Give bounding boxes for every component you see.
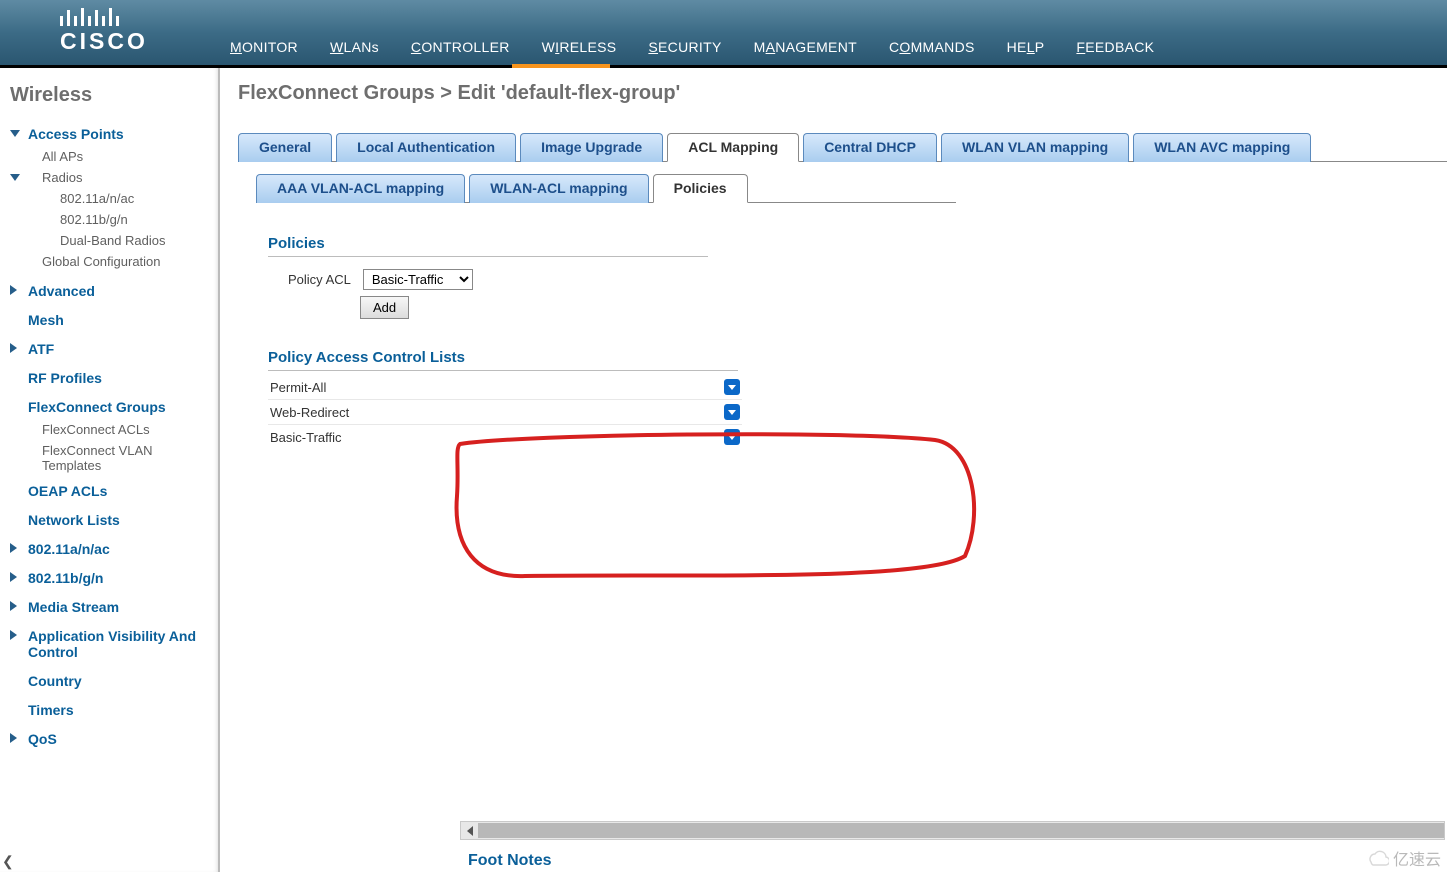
tab-central-dhcp[interactable]: Central DHCP (803, 133, 937, 162)
sidebar-radio-11b[interactable]: 802.11b/g/n (52, 209, 212, 230)
subtabs-row: AAA VLAN-ACL mapping WLAN-ACL mapping Po… (256, 174, 1447, 203)
acl-row-permit-all: Permit-All (268, 375, 742, 400)
nav-commands[interactable]: COMMANDS (889, 39, 975, 55)
sidebar-avc[interactable]: Application Visibility And Control (10, 625, 212, 664)
sidebar-radios[interactable]: Radios (24, 167, 212, 188)
nav-help[interactable]: HELP (1007, 39, 1045, 55)
watermark: 亿速云 (1367, 846, 1441, 870)
policy-acl-label: Policy ACL (288, 272, 351, 287)
acl-list-title: Policy Access Control Lists (268, 349, 738, 371)
sidebar-all-aps[interactable]: All APs (24, 146, 212, 167)
nav-monitor[interactable]: MONITOR (230, 39, 298, 55)
subtab-aaa-vlan-acl[interactable]: AAA VLAN-ACL mapping (256, 174, 465, 203)
dropdown-icon[interactable] (724, 429, 740, 445)
sidebar-11a[interactable]: 802.11a/n/ac (10, 538, 212, 561)
breadcrumb: FlexConnect Groups > Edit 'default-flex-… (238, 82, 1447, 105)
top-banner: CISCO MONITOR WLANs CONTROLLER WIRELESS … (0, 0, 1447, 68)
nav-feedback[interactable]: FEEDBACK (1076, 39, 1154, 55)
sidebar-timers[interactable]: Timers (10, 699, 212, 722)
horizontal-scrollbar[interactable] (460, 821, 1445, 840)
sidebar-mesh[interactable]: Mesh (10, 309, 212, 332)
acl-row-label: Basic-Traffic (270, 430, 342, 445)
subtab-wlan-acl[interactable]: WLAN-ACL mapping (469, 174, 648, 203)
brand-text: CISCO (60, 28, 148, 55)
sidebar-radio-dual[interactable]: Dual-Band Radios (52, 230, 212, 251)
nav-management[interactable]: MANAGEMENT (754, 39, 857, 55)
cisco-logo-icon (60, 6, 148, 26)
brand-logo: CISCO (60, 6, 148, 55)
nav-wlans[interactable]: WLANs (330, 39, 379, 55)
chevron-left-icon[interactable]: ❮ (2, 853, 14, 870)
tab-acl-mapping[interactable]: ACL Mapping (667, 133, 799, 162)
acl-row-label: Permit-All (270, 380, 326, 395)
nav-controller[interactable]: CONTROLLER (411, 39, 510, 55)
sidebar-flexconnect-acls[interactable]: FlexConnect ACLs (24, 419, 212, 440)
tab-wlan-avc[interactable]: WLAN AVC mapping (1133, 133, 1311, 162)
sidebar-advanced[interactable]: Advanced (10, 280, 212, 303)
sidebar-radio-11a[interactable]: 802.11a/n/ac (52, 188, 212, 209)
sidebar-media-stream[interactable]: Media Stream (10, 596, 212, 619)
acl-row-label: Web-Redirect (270, 405, 349, 420)
sidebar: Wireless Access Points All APs Radios 80… (0, 68, 220, 872)
sidebar-11b[interactable]: 802.11b/g/n (10, 567, 212, 590)
sidebar-rf-profiles[interactable]: RF Profiles (10, 367, 212, 390)
subtab-policies[interactable]: Policies (653, 174, 748, 203)
nav-security[interactable]: SECURITY (648, 39, 721, 55)
policy-acl-select[interactable]: Basic-Traffic (363, 269, 473, 290)
policies-heading: Policies (268, 235, 708, 257)
annotation-circle (445, 426, 995, 586)
top-nav: MONITOR WLANs CONTROLLER WIRELESS SECURI… (230, 39, 1154, 55)
sidebar-flexconnect-groups[interactable]: FlexConnect Groups (10, 396, 212, 419)
dropdown-icon[interactable] (724, 404, 740, 420)
sidebar-flexconnect-vlan[interactable]: FlexConnect VLAN Templates (24, 440, 212, 476)
sidebar-oeap-acls[interactable]: OEAP ACLs (10, 480, 212, 503)
sidebar-access-points[interactable]: Access Points (10, 123, 212, 146)
sidebar-qos[interactable]: QoS (10, 728, 212, 751)
foot-notes: Foot Notes (468, 852, 552, 870)
add-button[interactable]: Add (360, 296, 409, 319)
nav-wireless[interactable]: WIRELESS (542, 39, 617, 55)
sidebar-atf[interactable]: ATF (10, 338, 212, 361)
tab-image-upgrade[interactable]: Image Upgrade (520, 133, 663, 162)
sidebar-country[interactable]: Country (10, 670, 212, 693)
acl-row-basic-traffic: Basic-Traffic (268, 425, 742, 449)
content-area: FlexConnect Groups > Edit 'default-flex-… (220, 68, 1447, 872)
acl-row-web-redirect: Web-Redirect (268, 400, 742, 425)
dropdown-icon[interactable] (724, 379, 740, 395)
sidebar-title: Wireless (0, 76, 218, 115)
tab-general[interactable]: General (238, 133, 332, 162)
sidebar-network-lists[interactable]: Network Lists (10, 509, 212, 532)
sidebar-global-config[interactable]: Global Configuration (24, 251, 212, 272)
tab-wlan-vlan[interactable]: WLAN VLAN mapping (941, 133, 1129, 162)
tabs-row: General Local Authentication Image Upgra… (238, 133, 1447, 162)
scroll-left-icon[interactable] (461, 823, 478, 838)
tab-local-auth[interactable]: Local Authentication (336, 133, 516, 162)
